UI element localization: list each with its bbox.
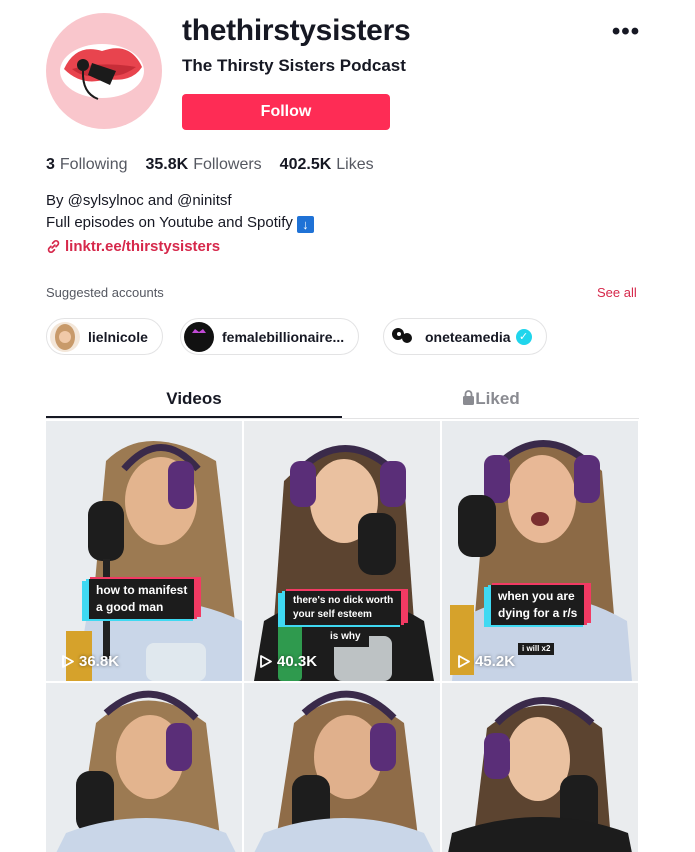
video-tile[interactable]: when you are dying for a r/s i will x2 4… (442, 421, 638, 681)
lock-icon (463, 390, 475, 405)
avatar (184, 321, 214, 352)
play-icon (62, 655, 74, 668)
video-caption: there's no dick worth your self esteem (282, 591, 405, 625)
video-tile[interactable]: there's no dick worth your self esteem i… (244, 421, 440, 681)
video-subcaption: is why (322, 627, 369, 647)
video-tile[interactable] (46, 683, 242, 852)
video-caption: how to manifest a good man (86, 579, 198, 619)
bio: By @sylsylnoc and @ninitsf Full episodes… (46, 190, 314, 234)
suggested-account-name: oneteamedia (425, 328, 511, 345)
active-tab-indicator (46, 416, 342, 418)
stat-followers[interactable]: 35.8K Followers (146, 156, 262, 174)
video-tile[interactable] (442, 683, 638, 852)
tab-videos[interactable]: Videos (46, 380, 342, 418)
stat-following[interactable]: 3 Following (46, 156, 128, 174)
bio-line-1: By @sylsylnoc and @ninitsf (46, 192, 232, 209)
avatar (387, 321, 417, 352)
down-arrow-emoji-icon: ↓ (296, 216, 314, 233)
username: thethirstysisters (182, 14, 411, 47)
video-subcaption: i will x2 (518, 643, 555, 655)
display-name: The Thirsty Sisters Podcast (182, 56, 406, 75)
suggested-account-femalebillionaire[interactable]: femalebillionaire... (180, 318, 360, 355)
suggested-account-name: lielnicole (88, 328, 148, 345)
suggested-account-oneteamedia[interactable]: oneteamedia ✓ (383, 318, 547, 355)
tab-liked[interactable]: Liked (343, 380, 639, 418)
suggested-account-name: femalebillionaire... (222, 328, 345, 345)
profile-avatar (46, 13, 162, 129)
profile-tabs: Videos Liked (46, 380, 639, 419)
profile-stats: 3 Following 35.8K Followers 402.5K Likes (46, 156, 374, 174)
video-tile[interactable] (244, 683, 440, 852)
verified-badge-icon: ✓ (515, 328, 532, 345)
bio-line-2: Full episodes on Youtube and Spotify ↓ (46, 212, 314, 234)
bio-link-text: linktr.ee/thirstysisters (65, 238, 221, 255)
play-icon (260, 655, 272, 668)
view-count: 36.8K (62, 653, 119, 670)
suggested-accounts-title: Suggested accounts (46, 285, 164, 300)
avatar (50, 321, 80, 352)
suggested-account-lielnicole[interactable]: lielnicole (46, 318, 163, 355)
video-tile[interactable]: how to manifest a good man 36.8K (46, 421, 242, 681)
bio-link[interactable]: linktr.ee/thirstysisters (46, 238, 220, 255)
video-caption: when you are dying for a r/s (488, 585, 588, 625)
see-all-link[interactable]: See all (597, 285, 637, 300)
view-count: 40.3K (260, 653, 317, 670)
follow-button[interactable]: Follow (182, 94, 390, 130)
more-options-icon[interactable]: ••• (610, 18, 642, 46)
play-icon (458, 655, 470, 668)
link-icon (47, 240, 60, 253)
view-count: 45.2K (458, 653, 515, 670)
stat-likes: 402.5K Likes (279, 156, 374, 173)
